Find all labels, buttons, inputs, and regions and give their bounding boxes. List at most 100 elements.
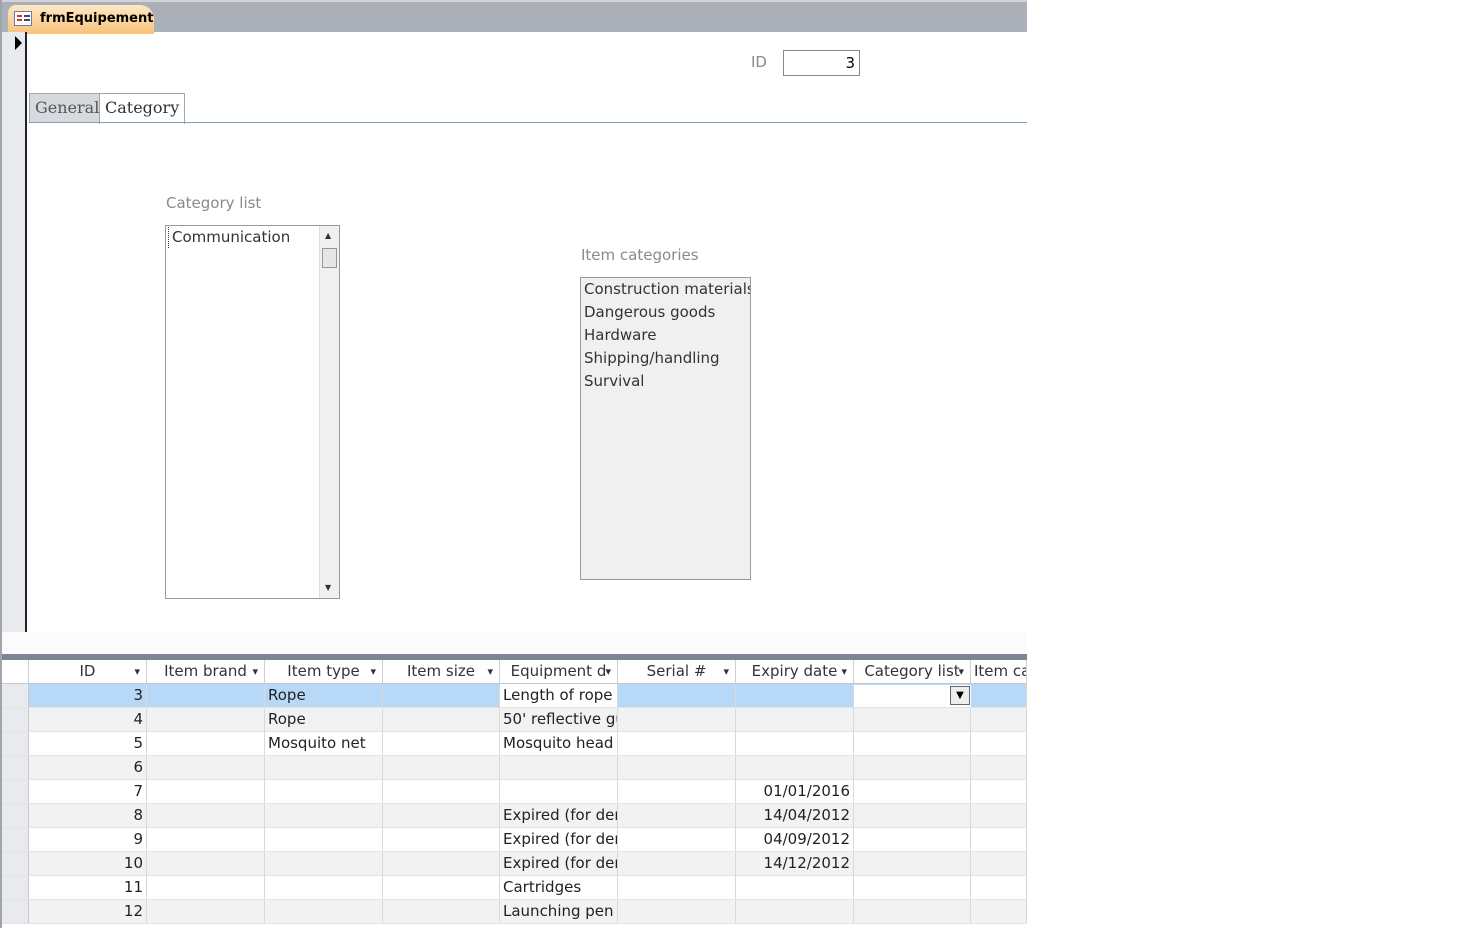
- table-cell[interactable]: [147, 756, 265, 779]
- column-header-item-brand[interactable]: Item brand: [147, 660, 265, 683]
- dropdown-icon[interactable]: ▼: [950, 686, 970, 705]
- table-cell[interactable]: [265, 828, 383, 851]
- table-cell[interactable]: [618, 804, 736, 827]
- row-selector[interactable]: [2, 732, 29, 755]
- table-cell[interactable]: 6: [29, 756, 147, 779]
- table-cell[interactable]: Rope: [265, 684, 383, 707]
- table-row[interactable]: 9 Expired (for der 04/09/2012: [2, 828, 1027, 852]
- item-category-item[interactable]: Hardware: [581, 324, 750, 347]
- table-cell[interactable]: [265, 852, 383, 875]
- table-cell[interactable]: [971, 876, 1027, 899]
- table-cell[interactable]: [736, 756, 854, 779]
- column-header-item-ca[interactable]: Item ca: [971, 660, 1027, 683]
- table-row[interactable]: 5 Mosquito net Mosquito head: [2, 732, 1027, 756]
- row-selector[interactable]: [2, 852, 29, 875]
- table-cell[interactable]: [854, 804, 971, 827]
- tab-category[interactable]: Category: [99, 93, 186, 124]
- column-header-item-size[interactable]: Item size: [383, 660, 500, 683]
- tab-general[interactable]: General: [29, 93, 106, 123]
- row-selector[interactable]: [2, 708, 29, 731]
- table-cell[interactable]: 5: [29, 732, 147, 755]
- table-cell[interactable]: 14/12/2012: [736, 852, 854, 875]
- table-cell[interactable]: [971, 852, 1027, 875]
- table-cell[interactable]: [618, 756, 736, 779]
- table-cell[interactable]: [854, 732, 971, 755]
- table-cell[interactable]: 10: [29, 852, 147, 875]
- scroll-up-icon[interactable]: ▲: [325, 232, 331, 240]
- table-cell[interactable]: [500, 756, 618, 779]
- table-row[interactable]: 7 01/01/2016: [2, 780, 1027, 804]
- item-category-item[interactable]: Shipping/handling: [581, 347, 750, 370]
- table-cell[interactable]: [147, 804, 265, 827]
- table-cell[interactable]: [618, 852, 736, 875]
- table-cell[interactable]: [971, 684, 1027, 707]
- row-selector[interactable]: [2, 780, 29, 803]
- table-cell[interactable]: 11: [29, 876, 147, 899]
- id-field[interactable]: 3: [783, 50, 860, 76]
- table-cell[interactable]: [147, 684, 265, 707]
- document-tab[interactable]: frmEquipement: [8, 5, 154, 34]
- table-cell[interactable]: [147, 732, 265, 755]
- table-cell[interactable]: [618, 876, 736, 899]
- table-cell[interactable]: [854, 852, 971, 875]
- table-cell[interactable]: [147, 708, 265, 731]
- row-selector[interactable]: [2, 684, 29, 707]
- table-cell[interactable]: [383, 876, 500, 899]
- row-selector[interactable]: [2, 876, 29, 899]
- table-cell[interactable]: [854, 876, 971, 899]
- category-listbox[interactable]: CommunicationConstruction materialsDange…: [165, 225, 340, 599]
- scroll-down-icon[interactable]: ▼: [325, 584, 331, 592]
- table-cell[interactable]: 01/01/2016: [736, 780, 854, 803]
- table-cell[interactable]: [618, 684, 736, 707]
- table-row[interactable]: 10 Expired (for der 14/12/2012: [2, 852, 1027, 876]
- table-cell[interactable]: Expired (for der: [500, 828, 618, 851]
- table-cell[interactable]: 9: [29, 828, 147, 851]
- table-cell[interactable]: Rope: [265, 708, 383, 731]
- column-header-item-type[interactable]: Item type: [265, 660, 383, 683]
- table-cell[interactable]: Cartridges: [500, 876, 618, 899]
- table-cell[interactable]: [383, 828, 500, 851]
- table-cell[interactable]: [618, 708, 736, 731]
- table-cell[interactable]: [971, 756, 1027, 779]
- table-cell[interactable]: [265, 804, 383, 827]
- row-selector[interactable]: [2, 828, 29, 851]
- table-cell[interactable]: [383, 780, 500, 803]
- table-cell[interactable]: [383, 732, 500, 755]
- table-cell[interactable]: [854, 708, 971, 731]
- column-header-id[interactable]: ID: [29, 660, 147, 683]
- table-cell[interactable]: [854, 780, 971, 803]
- table-cell[interactable]: [383, 756, 500, 779]
- table-cell[interactable]: 8: [29, 804, 147, 827]
- table-cell[interactable]: [500, 780, 618, 803]
- table-cell[interactable]: Mosquito net: [265, 732, 383, 755]
- row-selector[interactable]: [2, 804, 29, 827]
- table-cell[interactable]: 3: [29, 684, 147, 707]
- scrollbar[interactable]: ▲ ▼: [319, 226, 339, 598]
- table-cell[interactable]: [618, 780, 736, 803]
- select-all-corner[interactable]: [2, 660, 29, 683]
- table-cell[interactable]: [736, 732, 854, 755]
- table-cell[interactable]: [736, 684, 854, 707]
- table-cell[interactable]: 7: [29, 780, 147, 803]
- table-cell[interactable]: [383, 900, 500, 923]
- item-category-item[interactable]: Survival: [581, 370, 750, 393]
- table-cell[interactable]: [147, 852, 265, 875]
- table-cell[interactable]: 12: [29, 900, 147, 923]
- table-cell[interactable]: [971, 780, 1027, 803]
- table-cell[interactable]: [147, 780, 265, 803]
- table-cell[interactable]: 50' reflective gu: [500, 708, 618, 731]
- table-cell[interactable]: [736, 876, 854, 899]
- table-row[interactable]: 8 Expired (for der 14/04/2012: [2, 804, 1027, 828]
- table-cell[interactable]: [971, 708, 1027, 731]
- table-cell[interactable]: [971, 804, 1027, 827]
- table-cell[interactable]: [147, 900, 265, 923]
- table-cell[interactable]: [383, 852, 500, 875]
- table-cell[interactable]: [383, 684, 500, 707]
- table-cell[interactable]: [265, 876, 383, 899]
- table-cell[interactable]: [383, 708, 500, 731]
- table-cell[interactable]: 04/09/2012: [736, 828, 854, 851]
- table-cell[interactable]: [971, 732, 1027, 755]
- category-list-item[interactable]: Communication: [168, 226, 318, 249]
- table-row[interactable]: 11 Cartridges: [2, 876, 1027, 900]
- table-cell[interactable]: 4: [29, 708, 147, 731]
